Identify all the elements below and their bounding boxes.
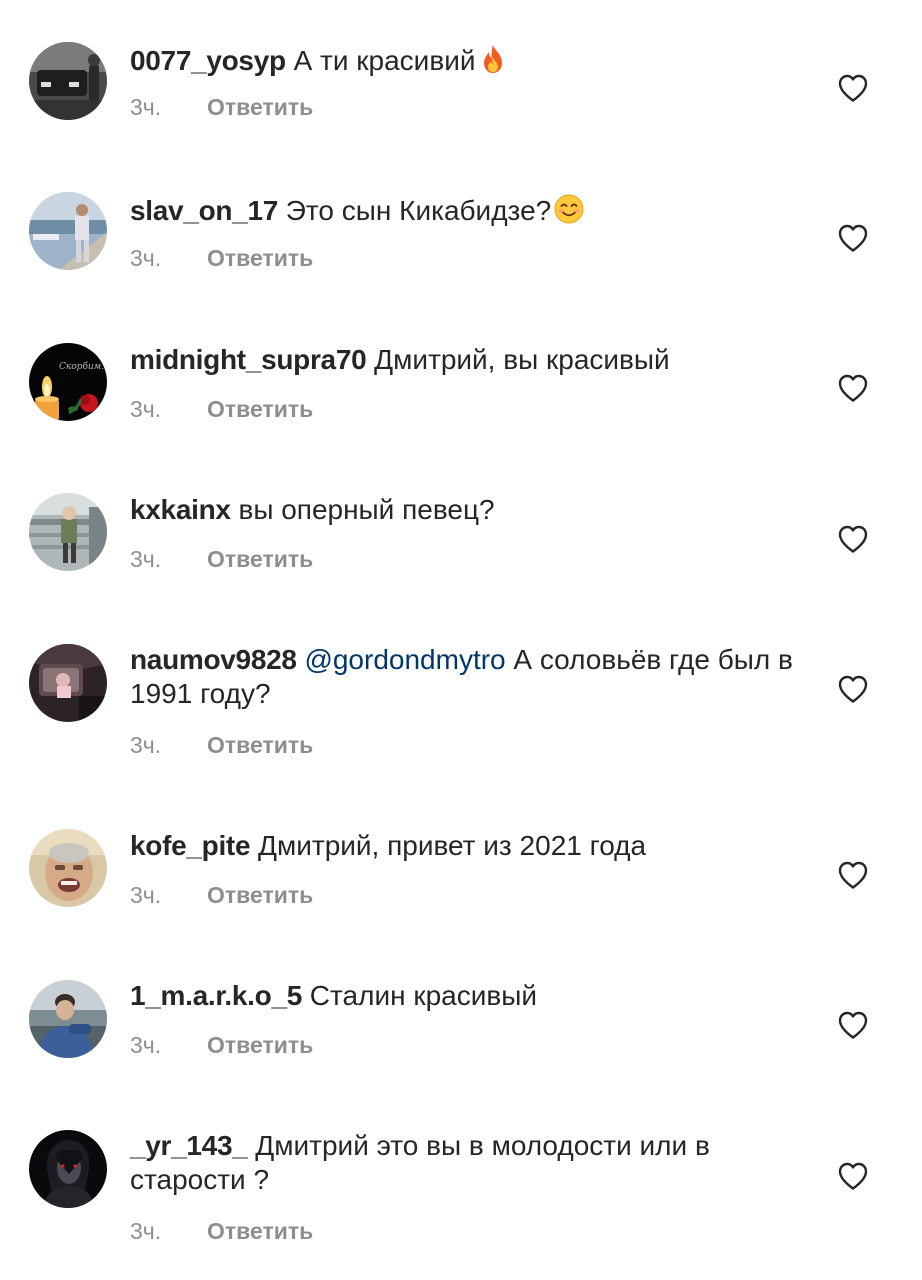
heart-outline-icon[interactable] — [837, 223, 869, 253]
comment-username[interactable]: 1_m.a.r.k.o_5 — [130, 980, 302, 1011]
reply-button[interactable]: Ответить — [207, 1218, 313, 1244]
comment-timestamp: 3ч. — [130, 1218, 162, 1244]
avatar[interactable] — [29, 980, 107, 1058]
comment-text: 0077_yosyp А ти красивий — [130, 43, 800, 78]
comment-meta: 3ч. Ответить — [130, 545, 313, 573]
heart-outline-icon[interactable] — [837, 73, 869, 103]
reply-button[interactable]: Ответить — [207, 1032, 313, 1058]
reply-button[interactable]: Ответить — [207, 546, 313, 572]
avatar[interactable] — [29, 644, 107, 722]
comment-body: Дмитрий, вы красивый — [374, 344, 670, 375]
heart-outline-icon[interactable] — [837, 373, 869, 403]
smiling-face-emoji-icon — [553, 193, 585, 225]
comment-text: _yr_143_ Дмитрий это вы в молодости или … — [130, 1129, 800, 1197]
comment-username[interactable]: kxkainx — [130, 494, 231, 525]
comment-text: kxkainx вы оперный певец? — [130, 493, 800, 527]
comment-timestamp: 3ч. — [130, 245, 162, 271]
comment-body: вы оперный певец? — [238, 494, 495, 525]
comment-body: Сталин красивый — [309, 980, 537, 1011]
mention-link[interactable]: @gordondmytro — [304, 644, 505, 675]
reply-button[interactable]: Ответить — [207, 245, 313, 271]
fire-emoji-icon — [477, 43, 509, 75]
comment-username[interactable]: _yr_143_ — [130, 1130, 248, 1161]
heart-outline-icon[interactable] — [837, 860, 869, 890]
avatar[interactable] — [29, 192, 107, 270]
heart-outline-icon[interactable] — [837, 524, 869, 554]
comment-username[interactable]: naumov9828 — [130, 644, 297, 675]
comment-timestamp: 3ч. — [130, 732, 162, 758]
reply-button[interactable]: Ответить — [207, 882, 313, 908]
comment-body: А ти красивий — [293, 45, 476, 76]
comment-timestamp: 3ч. — [130, 882, 162, 908]
comment-meta: 3ч. Ответить — [130, 93, 313, 121]
comment-timestamp: 3ч. — [130, 546, 162, 572]
comment-username[interactable]: kofe_pite — [130, 830, 251, 861]
comment-text: midnight_supra70 Дмитрий, вы красивый — [130, 343, 800, 377]
comment-username[interactable]: midnight_supra70 — [130, 344, 367, 375]
comment-body: Это сын Кикабидзе? — [285, 195, 552, 226]
comment-meta: 3ч. Ответить — [130, 1031, 313, 1059]
avatar-caption: Скорбим... — [59, 361, 107, 372]
reply-button[interactable]: Ответить — [207, 94, 313, 120]
reply-button[interactable]: Ответить — [207, 396, 313, 422]
avatar[interactable] — [29, 829, 107, 907]
comment-username[interactable]: slav_on_17 — [130, 195, 278, 226]
comment-meta: 3ч. Ответить — [130, 1217, 313, 1245]
comment-body: Дмитрий, привет из 2021 года — [258, 830, 647, 861]
comment-meta: 3ч. Ответить — [130, 395, 313, 423]
avatar[interactable]: Скорбим... — [29, 343, 107, 421]
comment-text: kofe_pite Дмитрий, привет из 2021 года — [130, 829, 800, 863]
comment-timestamp: 3ч. — [130, 396, 162, 422]
comment-text: slav_on_17 Это сын Кикабидзе? — [130, 193, 800, 228]
comment-text: 1_m.a.r.k.o_5 Сталин красивый — [130, 979, 800, 1013]
comment-meta: 3ч. Ответить — [130, 244, 313, 272]
heart-outline-icon[interactable] — [837, 1010, 869, 1040]
avatar[interactable] — [29, 1130, 107, 1208]
reply-button[interactable]: Ответить — [207, 732, 313, 758]
comment-timestamp: 3ч. — [130, 1032, 162, 1058]
avatar[interactable] — [29, 42, 107, 120]
comment-text: naumov9828 @gordondmytro А соловьёв где … — [130, 643, 800, 711]
comment-username[interactable]: 0077_yosyp — [130, 45, 286, 76]
heart-outline-icon[interactable] — [837, 674, 869, 704]
heart-outline-icon[interactable] — [837, 1161, 869, 1191]
avatar[interactable] — [29, 493, 107, 571]
comment-meta: 3ч. Ответить — [130, 731, 313, 759]
comment-meta: 3ч. Ответить — [130, 881, 313, 909]
comment-timestamp: 3ч. — [130, 94, 162, 120]
